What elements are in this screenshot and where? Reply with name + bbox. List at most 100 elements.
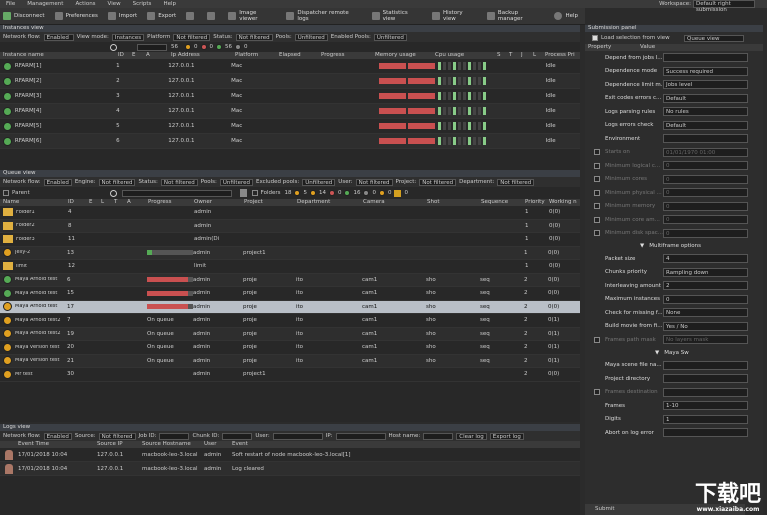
col-a[interactable]: A — [146, 52, 171, 59]
col-cpu[interactable]: Cpu usage — [435, 52, 497, 59]
logs-ip-input[interactable] — [335, 432, 386, 440]
property-value[interactable]: 0 — [663, 201, 748, 211]
property-value[interactable] — [663, 374, 748, 384]
user-select[interactable]: Not filtered — [355, 178, 393, 186]
col-source-host[interactable]: Source Hostname — [142, 441, 204, 448]
col-sequence[interactable]: Sequence — [481, 199, 525, 206]
property-value[interactable]: 0 — [663, 215, 748, 225]
export-log-button[interactable]: Export log — [489, 432, 524, 440]
queue-row[interactable]: Maya version test 21 On queue admin proje ito… — [0, 354, 580, 368]
col-name[interactable]: Name — [0, 199, 68, 206]
log-row[interactable]: 17/01/2018 10:04 127.0.0.1 macbook-leo-3.l… — [0, 448, 580, 462]
enable-checkbox[interactable] — [594, 230, 600, 237]
col-ql[interactable]: L — [101, 199, 114, 206]
col-id[interactable]: ID — [118, 52, 132, 59]
queue-search-input[interactable] — [121, 189, 232, 197]
property-value[interactable]: 01/01/1970 01:00 — [663, 147, 748, 157]
menu-actions[interactable]: Actions — [75, 1, 95, 7]
property-value[interactable] — [663, 134, 748, 144]
property-value[interactable]: 1-10 — [663, 401, 748, 411]
excluded-pools-select[interactable]: Unfiltered — [302, 178, 336, 186]
col-qe[interactable]: E — [89, 199, 101, 206]
preferences-button[interactable]: Preferences — [54, 12, 98, 20]
col-source-ip[interactable]: Source IP — [97, 441, 142, 448]
queue-search-icon[interactable] — [109, 189, 117, 197]
queue-pools-select[interactable]: Unfiltered — [219, 178, 253, 186]
col-j[interactable]: J — [521, 52, 533, 59]
tool-button-1[interactable] — [186, 12, 197, 20]
property-value[interactable]: 0 — [663, 174, 748, 184]
load-selection-checkbox[interactable] — [592, 35, 598, 41]
col-camera[interactable]: Camera — [363, 199, 427, 206]
view-mode-select[interactable]: Instances — [111, 33, 145, 41]
queue-row[interactable]: Folder1 4 admin 1 0(0) — [0, 206, 580, 220]
queue-row[interactable]: Mr test 30 admin project1 2 0(0) — [0, 368, 580, 382]
col-user[interactable]: User — [204, 441, 232, 448]
enable-checkbox[interactable] — [594, 149, 600, 156]
enabled-pools-select[interactable]: Unfiltered — [373, 33, 407, 41]
col-working[interactable]: Working n — [549, 199, 579, 206]
property-value[interactable]: Jobs level — [663, 80, 748, 90]
property-value[interactable]: 0 — [663, 228, 748, 238]
property-value[interactable]: 1 — [663, 414, 748, 424]
col-event-time[interactable]: Event Time — [0, 441, 97, 448]
department-select[interactable]: Not filtered — [497, 178, 535, 186]
col-memory[interactable]: Memory usage — [375, 52, 435, 59]
project-select[interactable]: Not filtered — [419, 178, 457, 186]
col-project[interactable]: Project — [244, 199, 297, 206]
engine-select[interactable]: Not filtered — [98, 178, 136, 186]
property-value[interactable]: 0 — [663, 161, 748, 171]
workspace-select[interactable]: Default right submission — [693, 0, 755, 13]
col-department[interactable]: Department — [297, 199, 363, 206]
col-priority[interactable]: Priority — [525, 199, 549, 206]
property-value[interactable]: 4 — [663, 254, 748, 264]
property-value[interactable]: 0 — [663, 294, 748, 304]
instance-row[interactable]: RFARM[5] 5 127.0.0.1 Mac Idle — [0, 119, 580, 134]
status-select[interactable]: Not filtered — [235, 33, 273, 41]
enable-checkbox[interactable] — [594, 216, 600, 223]
property-value[interactable] — [663, 53, 748, 63]
trash-icon[interactable] — [239, 189, 247, 197]
search-icon[interactable] — [110, 43, 117, 51]
property-value[interactable] — [663, 428, 748, 438]
property-value[interactable] — [663, 360, 748, 370]
disconnect-button[interactable]: Disconnect — [3, 12, 45, 20]
col-platform[interactable]: Platform — [235, 52, 279, 59]
property-value[interactable]: Success required — [663, 66, 748, 76]
property-value[interactable]: Default — [663, 120, 748, 130]
queue-row[interactable]: Maya Arnold test 17 admin proje ito cam1 sho se… — [0, 300, 580, 314]
clear-log-button[interactable]: Clear log — [456, 432, 487, 440]
instances-search-input[interactable] — [137, 43, 167, 51]
property-value[interactable]: Default — [663, 93, 748, 103]
property-value[interactable]: No rules — [663, 107, 748, 117]
queue-row[interactable]: Jelly-2 13 admin project1 1 0(0) — [0, 246, 580, 260]
enable-checkbox[interactable] — [594, 203, 600, 210]
enable-checkbox[interactable] — [594, 189, 600, 196]
col-qt[interactable]: T — [114, 199, 127, 206]
property-value[interactable]: Yes / No — [663, 321, 748, 331]
property-value[interactable]: 2 — [663, 281, 748, 291]
enable-checkbox[interactable] — [594, 162, 600, 169]
menu-management[interactable]: Management — [27, 1, 63, 7]
col-event[interactable]: Event — [232, 441, 432, 448]
export-button[interactable]: Export — [147, 12, 176, 20]
queue-row[interactable]: Maya Arnold test2 19 On queue admin proje ito… — [0, 327, 580, 341]
logs-source-select[interactable]: Not filtered — [98, 432, 136, 440]
job-id-input[interactable] — [159, 432, 190, 440]
property-value[interactable]: None — [663, 308, 748, 318]
network-flow-select[interactable]: Enabled — [43, 33, 74, 41]
col-qid[interactable]: ID — [68, 199, 89, 206]
multiframe-section[interactable]: ▼ Multiframe options — [585, 240, 763, 252]
col-e[interactable]: E — [132, 52, 146, 59]
dispatcher-logs-button[interactable]: Dispatcher remote logs — [286, 10, 361, 22]
instance-row[interactable]: RFARM[6] 6 127.0.0.1 Mac Idle — [0, 134, 580, 149]
folders-checkbox[interactable] — [251, 190, 258, 196]
tool-button-2[interactable] — [207, 12, 218, 20]
log-row[interactable]: 17/01/2018 10:04 127.0.0.1 macbook-leo-3.l… — [0, 462, 580, 476]
col-process-priority[interactable]: Process Pri — [545, 52, 580, 59]
queue-row[interactable]: Maya Arnold test 15 admin proje ito cam1 sho se… — [0, 287, 580, 301]
instance-row[interactable]: RFARM[4] 4 127.0.0.1 Mac Idle — [0, 104, 580, 119]
queue-network-select[interactable]: Enabled — [43, 178, 72, 186]
col-progress[interactable]: Progress — [321, 52, 375, 59]
property-value[interactable]: 0 — [663, 188, 748, 198]
